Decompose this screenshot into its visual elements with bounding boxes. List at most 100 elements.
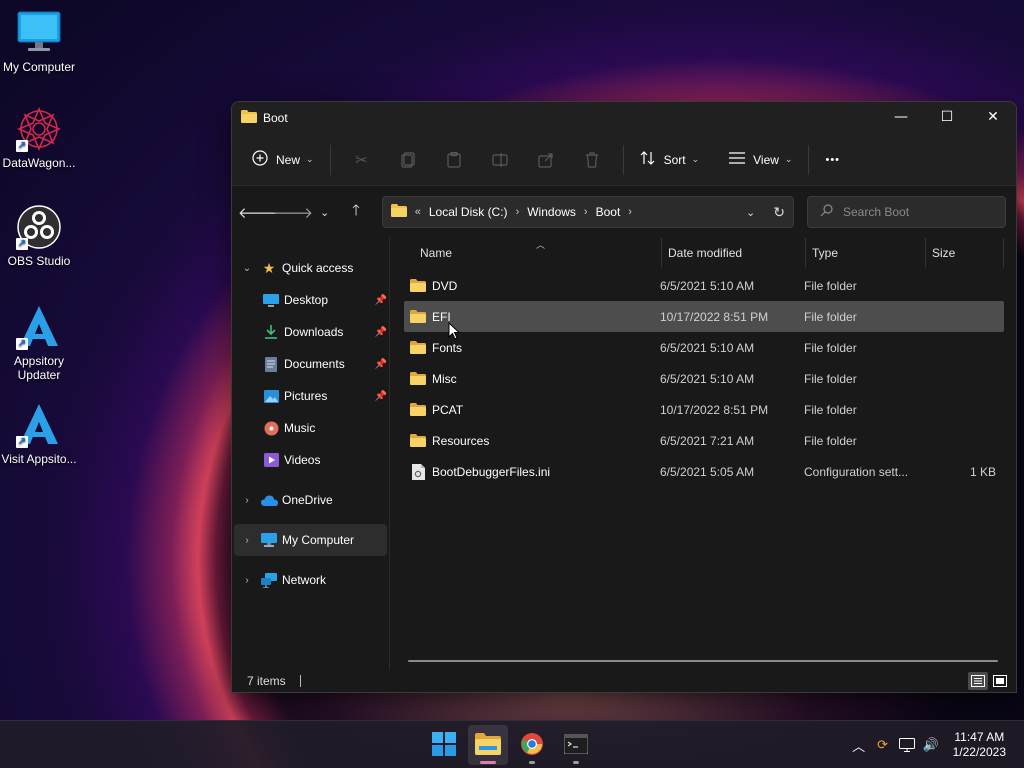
tiles-view-icon[interactable] (990, 672, 1010, 690)
breadcrumb-chevron-icon[interactable]: › (516, 206, 520, 218)
network-monitor-icon[interactable] (895, 738, 919, 752)
pin-icon[interactable]: 📌 (375, 295, 387, 306)
column-name-label: Name (420, 246, 453, 260)
column-headers: ︿ Name Date modified Type Size (390, 238, 1016, 268)
address-dropdown-icon[interactable]: ⌄ (746, 206, 755, 219)
more-options-button[interactable]: ••• (817, 144, 848, 176)
chevron-right-icon[interactable]: › (236, 575, 258, 586)
file-row[interactable]: PCAT 10/17/2022 8:51 PM File folder (404, 394, 1004, 425)
breadcrumb-windows[interactable]: Windows (527, 205, 576, 219)
horizontal-scrollbar[interactable] (408, 660, 998, 662)
file-row[interactable]: Resources 6/5/2021 7:21 AM File folder (404, 425, 1004, 456)
shortcut-arrow-icon: ↗ (16, 338, 28, 350)
pictures-icon (260, 389, 282, 403)
pin-icon[interactable]: 📌 (375, 359, 387, 370)
file-row[interactable]: BootDebuggerFiles.ini 6/5/2021 5:05 AM C… (404, 456, 1004, 487)
chevron-down-icon[interactable]: ⌄ (236, 263, 258, 274)
taskbar-chrome[interactable] (512, 725, 552, 765)
command-bar: New ⌄ ✂ Sort ⌄ View ⌄ ••• (232, 134, 1016, 186)
chevron-up-icon[interactable]: ︿ (847, 736, 871, 755)
pin-icon[interactable]: 📌 (375, 391, 387, 402)
nav-label: Desktop (284, 293, 329, 307)
maximize-button[interactable]: ☐ (924, 102, 970, 132)
close-button[interactable]: ✕ (970, 102, 1016, 132)
file-name: BootDebuggerFiles.ini (432, 464, 551, 479)
start-button[interactable] (424, 725, 464, 765)
desktop-icon-visit-appsitory[interactable]: ↗ Visit Appsito... (0, 402, 78, 466)
address-bar[interactable]: « Local Disk (C:) › Windows › Boot › ⌄ ↻ (381, 196, 794, 228)
obs-icon: ↗ (16, 204, 62, 250)
item-count: 7 items (247, 674, 286, 688)
back-arrow-icon[interactable]: 🡐 (238, 196, 278, 228)
desktop-icon-my-computer[interactable]: My Computer (0, 10, 78, 74)
column-header-name[interactable]: Name (390, 238, 662, 268)
refresh-icon[interactable]: ↻ (773, 204, 785, 221)
breadcrumb-chevron-icon[interactable]: › (584, 206, 588, 218)
nav-item-downloads[interactable]: Downloads 📌 (234, 316, 387, 348)
desktop-icon-appsitory-updater[interactable]: ↗ Appsitory Updater (0, 304, 78, 382)
title-bar[interactable]: Boot — ☐ ✕ (232, 102, 1016, 134)
nav-item-music[interactable]: Music (234, 412, 387, 444)
rename-icon[interactable] (477, 144, 523, 176)
copy-icon[interactable] (385, 144, 431, 176)
view-button[interactable]: View ⌄ (721, 144, 800, 176)
breadcrumb-chevron-icon[interactable]: › (628, 206, 632, 218)
column-header-type[interactable]: Type (806, 238, 926, 268)
share-icon[interactable] (523, 144, 569, 176)
nav-item-videos[interactable]: Videos (234, 444, 387, 476)
file-explorer-window: Boot — ☐ ✕ New ⌄ ✂ Sort ⌄ View ⌄ ••• 🡐 🡒… (231, 101, 1017, 693)
file-row[interactable]: Misc 6/5/2021 5:10 AM File folder (404, 363, 1004, 394)
paste-icon[interactable] (431, 144, 477, 176)
nav-my-computer[interactable]: › My Computer (234, 524, 387, 556)
recent-chevron-icon[interactable]: ⌄ (309, 196, 340, 228)
file-date: 6/5/2021 5:10 AM (660, 371, 755, 386)
star-icon: ★ (262, 259, 276, 276)
nav-onedrive[interactable]: › OneDrive (234, 484, 387, 516)
taskbar-file-explorer[interactable] (468, 725, 508, 765)
nav-network[interactable]: › Network (234, 564, 387, 596)
details-view-icon[interactable] (968, 672, 988, 690)
breadcrumb-overflow[interactable]: « (415, 206, 421, 218)
desktop-icon-label: Appsitory Updater (13, 354, 65, 382)
breadcrumb-boot[interactable]: Boot (596, 205, 621, 219)
sort-icon (640, 151, 656, 168)
downloads-icon (260, 325, 282, 339)
sort-button[interactable]: Sort ⌄ (632, 144, 708, 176)
volume-icon[interactable]: 🔊 (919, 737, 943, 753)
nav-item-documents[interactable]: Documents 📌 (234, 348, 387, 380)
column-header-size[interactable]: Size (926, 238, 1004, 268)
delete-icon[interactable] (569, 144, 615, 176)
nav-quick-access[interactable]: ⌄ ★ Quick access (234, 252, 387, 284)
breadcrumb-local-disk[interactable]: Local Disk (C:) (429, 205, 508, 219)
forward-arrow-icon[interactable]: 🡒 (273, 196, 313, 228)
chevron-right-icon[interactable]: › (236, 495, 258, 506)
shortcut-arrow-icon: ↗ (16, 238, 28, 250)
update-sync-icon[interactable]: ⟳ (871, 737, 895, 753)
file-row[interactable]: DVD 6/5/2021 5:10 AM File folder (404, 270, 1004, 301)
pin-icon[interactable]: 📌 (375, 327, 387, 338)
desktop-icon-datawagon[interactable]: ↗ DataWagon... (0, 106, 78, 170)
file-row[interactable]: EFI 10/17/2022 8:51 PM File folder (404, 301, 1004, 332)
new-button[interactable]: New ⌄ (244, 144, 322, 176)
search-box[interactable] (806, 196, 1006, 228)
column-date-label: Date modified (668, 246, 743, 260)
running-indicator (529, 761, 535, 764)
nav-label: Quick access (282, 261, 354, 275)
desktop-icon-label: DataWagon... (2, 156, 76, 170)
up-arrow-icon[interactable]: 🡑 (340, 196, 371, 228)
clock[interactable]: 11:47 AM 1/22/2023 (953, 730, 1006, 760)
nav-item-pictures[interactable]: Pictures 📌 (234, 380, 387, 412)
desktop-icon-obs[interactable]: ↗ OBS Studio (0, 204, 78, 268)
search-input[interactable] (842, 205, 993, 219)
file-type: File folder (804, 340, 857, 355)
chevron-right-icon[interactable]: › (236, 535, 258, 546)
column-header-date[interactable]: Date modified (662, 238, 806, 268)
chevron-down-icon: ⌄ (784, 154, 793, 164)
running-indicator (573, 761, 579, 764)
documents-icon (260, 356, 282, 372)
taskbar-terminal[interactable] (556, 725, 596, 765)
nav-item-desktop[interactable]: Desktop 📌 (234, 284, 387, 316)
file-row[interactable]: Fonts 6/5/2021 5:10 AM File folder (404, 332, 1004, 363)
minimize-button[interactable]: — (878, 102, 924, 132)
cut-icon[interactable]: ✂ (339, 144, 385, 176)
